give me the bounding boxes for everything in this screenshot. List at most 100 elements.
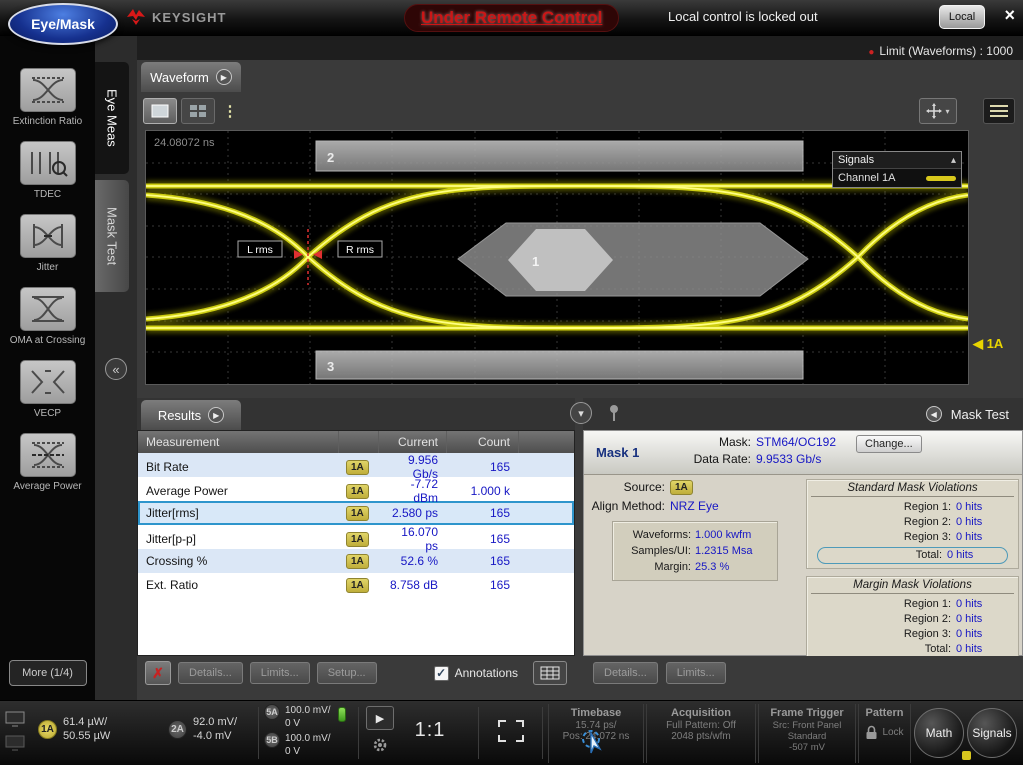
aux-channel-readouts[interactable]: 5A 100.0 mV/0 V 5B 100.0 mV/0 V <box>264 704 331 758</box>
scale-ratio-readout[interactable]: 1:1 <box>402 719 458 742</box>
source-badge: 1A <box>346 578 369 593</box>
gear-icon[interactable] <box>372 737 388 753</box>
table-row[interactable]: Bit Rate 1A 9.956 Gb/s 165 <box>138 453 574 477</box>
mask-test-title: Mask Test <box>951 407 1009 422</box>
col-current: Current <box>378 431 446 453</box>
sidebar-item-jitter[interactable]: Jitter <box>9 214 87 274</box>
signals-legend: Signals ▴ Channel 1A <box>832 151 962 188</box>
waveform-play-icon[interactable]: ▶ <box>216 69 232 85</box>
table-row[interactable]: Jitter[p-p] 1A 16.070 ps 165 <box>138 525 574 549</box>
details-button[interactable]: Details... <box>178 662 243 684</box>
mask-violations-section: Standard Mask Violations Region 1:0 hits… <box>806 479 1019 669</box>
legend-channel-row[interactable]: Channel 1A <box>833 169 961 187</box>
source-badge: 1A <box>346 506 369 521</box>
sidebar-item-vecp[interactable]: VECP <box>9 360 87 420</box>
limits-button[interactable]: Limits... <box>250 662 310 684</box>
results-play-icon[interactable]: ▶ <box>208 407 224 423</box>
hamburger-menu-icon[interactable] <box>983 98 1015 124</box>
sidebar-item-extinction-ratio[interactable]: Extinction Ratio <box>9 68 87 128</box>
math-button[interactable]: Math <box>914 708 964 758</box>
tab-mask-test-side[interactable]: Mask Test <box>95 180 129 292</box>
channel-color-swatch <box>926 176 956 181</box>
more-measurements-button[interactable]: More (1/4) <box>9 660 87 686</box>
change-mask-button[interactable]: Change... <box>856 435 922 453</box>
pan-tool-button[interactable]: ▾ <box>919 98 957 124</box>
sidebar-item-oma-at-crossing[interactable]: OMA at Crossing <box>9 287 87 347</box>
keysight-spark-icon <box>126 8 146 26</box>
single-display-button[interactable] <box>143 98 177 124</box>
legend-title: Signals <box>838 154 874 166</box>
annotations-checkbox[interactable]: ✓ <box>434 666 449 681</box>
pan-dropdown-icon[interactable]: ▾ <box>945 107 949 116</box>
channel-readout-2a[interactable]: 2A 92.0 mV/-4.0 mV <box>168 715 237 743</box>
sidebar-item-average-power[interactable]: Average Power <box>9 433 87 493</box>
svg-text:3: 3 <box>327 359 334 374</box>
results-tab[interactable]: Results ▶ <box>141 400 241 430</box>
fullscreen-icon[interactable] <box>497 719 525 748</box>
move-icon <box>926 103 942 119</box>
left-rms-label: L rms <box>247 244 273 256</box>
brand-name: KEYSIGHT <box>152 10 226 25</box>
pin-icon[interactable] <box>607 404 621 427</box>
waveform-limit-indicator: ●Limit (Waveforms) : 1000 <box>868 44 1013 58</box>
mask-test-footer: Details... Limits... <box>583 656 1023 690</box>
channel-readout-1a[interactable]: 1A 61.4 µW/50.55 µW <box>38 715 110 743</box>
run-button[interactable]: ▶ <box>366 706 394 730</box>
mask-test-body: Mask 1 Mask: STM64/OC192 Data Rate: 9.95… <box>583 430 1023 656</box>
mask-stats-box: Waveforms:1.000 kwfm Samples/UI:1.2315 M… <box>612 521 778 581</box>
signals-button[interactable]: Signals <box>967 708 1017 758</box>
results-footer: ✗ Details... Limits... Setup... ✓ Annota… <box>137 656 575 690</box>
mask-source-badge[interactable]: 1A <box>670 480 693 495</box>
mask-limits-button[interactable]: Limits... <box>666 662 726 684</box>
table-row-selected[interactable]: Jitter[rms] 1A 2.580 ps 165 <box>138 501 574 525</box>
source-badge: 1A <box>346 460 369 475</box>
pattern-lock-panel[interactable]: Pattern Lock <box>858 704 911 763</box>
standard-total-row: Total:0 hits <box>817 547 1008 564</box>
waveform-tab[interactable]: Waveform ▶ <box>141 62 241 92</box>
mask-test-panel: ◀ Mask Test Mask 1 Mask: STM64/OC192 Dat… <box>583 398 1023 690</box>
quad-display-button[interactable] <box>181 98 215 124</box>
table-row[interactable]: Ext. Ratio 1A 8.758 dB 165 <box>138 573 574 597</box>
sidebar-collapse-button[interactable]: « <box>105 358 127 380</box>
results-header-row: Measurement Current Count <box>138 431 574 453</box>
remote-control-banner: Under Remote Control <box>404 4 619 32</box>
run-controls: ▶ <box>366 706 394 753</box>
panel-collapse-icon[interactable]: ▾ <box>570 402 592 424</box>
display-options-menu-icon[interactable]: ⋮ <box>223 98 237 124</box>
setup-button[interactable]: Setup... <box>317 662 377 684</box>
data-rate-label: Data Rate: <box>642 452 756 466</box>
main-area: Waveform ▶ ⋮ ▾ <box>137 60 1023 700</box>
mask-region-top: 2 <box>316 141 803 171</box>
mask-name: Mask 1 <box>596 445 639 460</box>
display-select-icons[interactable] <box>5 711 25 751</box>
table-row[interactable]: Crossing % 1A 52.6 % 165 <box>138 549 574 573</box>
annotations-toggle[interactable]: ✓ Annotations <box>434 666 518 681</box>
title-bar: KEYSIGHT Under Remote Control Local cont… <box>0 0 1023 36</box>
legend-collapse-icon[interactable]: ▴ <box>951 155 956 166</box>
mask-value: STM64/OC192 <box>756 435 836 449</box>
mask-info-bar: Mask 1 Mask: STM64/OC192 Data Rate: 9.95… <box>584 431 1022 475</box>
source-badge: 1A <box>346 484 369 499</box>
local-button[interactable]: Local <box>939 5 985 29</box>
channel-readout-5a[interactable]: 5A 100.0 mV/0 V <box>264 704 331 730</box>
table-row[interactable]: Average Power 1A -7.72 dBm 1.000 k <box>138 477 574 501</box>
standard-violations-box: Standard Mask Violations Region 1:0 hits… <box>806 479 1019 569</box>
source-badge: 1A <box>346 554 369 569</box>
mask-details-button[interactable]: Details... <box>593 662 658 684</box>
locked-out-message: Local control is locked out <box>668 9 818 24</box>
results-table: Measurement Current Count Bit Rate 1A 9.… <box>137 430 575 656</box>
sidebar-item-tdec[interactable]: TDEC <box>9 141 87 201</box>
close-icon[interactable]: × <box>1004 5 1015 26</box>
timebase-readout: 24.08072 ns <box>154 137 215 149</box>
jitter-icon <box>20 214 76 258</box>
acquisition-panel[interactable]: Acquisition Full Pattern: Off 2048 pts/w… <box>646 704 756 763</box>
mask-test-header: ◀ Mask Test <box>583 398 1023 430</box>
margin-violations-box: Margin Mask Violations Region 1:0 hits R… <box>806 576 1019 662</box>
tab-eye-meas[interactable]: Eye Meas <box>95 62 129 174</box>
mask-label: Mask: <box>642 435 756 449</box>
channel-readout-5b[interactable]: 5B 100.0 mV/0 V <box>264 732 331 758</box>
delete-measurement-button[interactable]: ✗ <box>145 661 171 685</box>
mask-test-back-icon[interactable]: ◀ <box>926 406 942 422</box>
table-view-button[interactable] <box>533 661 567 685</box>
frame-trigger-panel[interactable]: Frame Trigger Src: Front Panel Standard … <box>758 704 856 763</box>
